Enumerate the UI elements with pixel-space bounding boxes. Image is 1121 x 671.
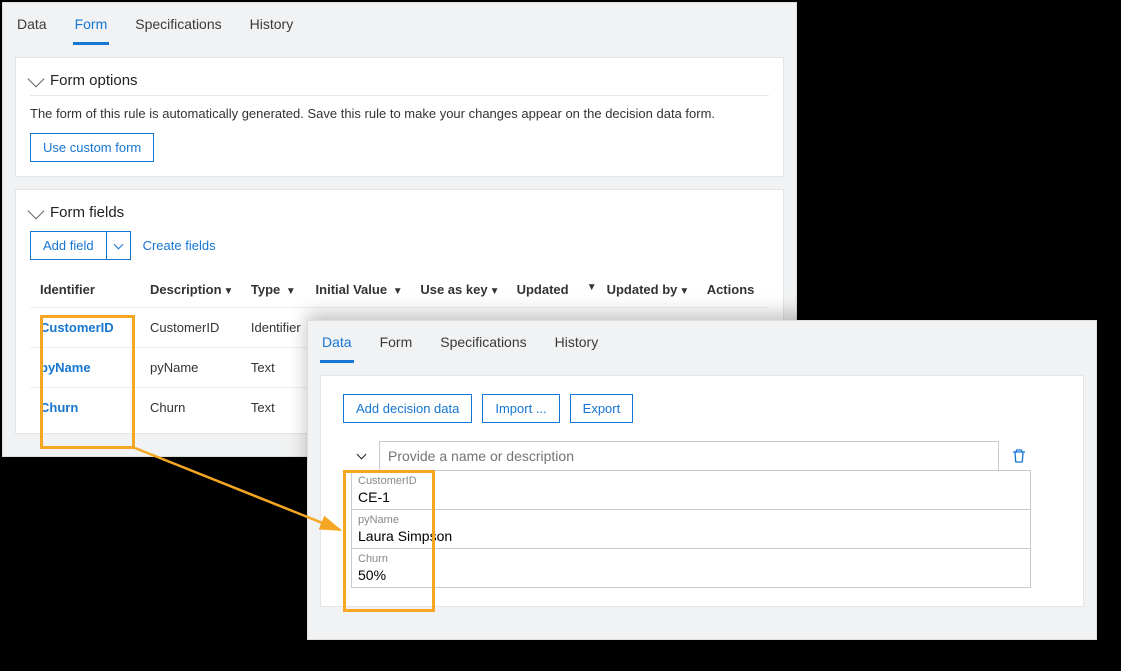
add-field-caret[interactable] [106, 231, 131, 260]
export-button[interactable]: Export [570, 394, 634, 423]
field-pyname: pyName [351, 509, 1031, 549]
data-panel: Data Form Specifications History Add dec… [307, 320, 1097, 640]
desc-cell: Churn [150, 388, 251, 428]
field-churn: Churn [351, 548, 1031, 588]
form-options-desc: The form of this rule is automatically g… [30, 95, 769, 121]
identifier-link-churn[interactable]: Churn [40, 400, 78, 415]
identifier-link-pyname[interactable]: pyName [40, 360, 91, 375]
data-card: Add decision data Import ... Export Cust… [320, 375, 1084, 607]
data-row-header [351, 441, 1031, 471]
field-customerid: CustomerID [351, 470, 1031, 510]
identifier-link-customerid[interactable]: CustomerID [40, 320, 114, 335]
tab-specifications-front[interactable]: Specifications [438, 326, 528, 363]
chevron-down-icon [28, 70, 45, 87]
field-input-churn[interactable] [352, 565, 1030, 587]
form-fields-controls: Add field Create fields [30, 231, 769, 260]
form-options-card: Form options The form of this rule is au… [15, 57, 784, 177]
col-actions: Actions [707, 274, 769, 308]
type-cell: Text [251, 388, 316, 428]
table-header-row: Identifier Description▼ Type ▼ Initial V… [30, 274, 769, 308]
data-toolbar: Add decision data Import ... Export [343, 394, 1061, 423]
field-label: Churn [352, 549, 1030, 565]
tab-data[interactable]: Data [15, 8, 49, 45]
desc-cell: pyName [150, 348, 251, 388]
form-options-header[interactable]: Form options [30, 72, 769, 89]
chevron-down-icon [356, 450, 366, 460]
tabbar-front: Data Form Specifications History [308, 321, 1096, 363]
use-custom-form-button[interactable]: Use custom form [30, 133, 154, 162]
type-cell: Text [251, 348, 316, 388]
import-button[interactable]: Import ... [482, 394, 559, 423]
tab-history[interactable]: History [248, 8, 296, 45]
col-description[interactable]: Description▼ [150, 274, 251, 308]
field-input-pyname[interactable] [352, 526, 1030, 548]
tab-form-front[interactable]: Form [378, 326, 415, 363]
col-use-as-key[interactable]: Use as key▼ [420, 274, 516, 308]
data-body: CustomerID pyName Churn [351, 441, 1031, 588]
col-identifier[interactable]: Identifier [30, 274, 150, 308]
create-fields-link[interactable]: Create fields [143, 238, 216, 253]
tab-history-front[interactable]: History [553, 326, 601, 363]
field-input-customerid[interactable] [352, 487, 1030, 509]
tab-specifications[interactable]: Specifications [133, 8, 223, 45]
chevron-down-icon [28, 202, 45, 219]
type-cell: Identifier [251, 308, 316, 348]
col-initial-value[interactable]: Initial Value ▼ [316, 274, 421, 308]
add-decision-data-button[interactable]: Add decision data [343, 394, 472, 423]
tab-form[interactable]: Form [73, 8, 110, 45]
row-expand-toggle[interactable] [351, 441, 371, 471]
field-label: pyName [352, 510, 1030, 526]
field-group: CustomerID pyName Churn [351, 470, 1031, 588]
form-fields-header[interactable]: Form fields [30, 204, 769, 221]
trash-icon [1011, 448, 1027, 464]
delete-row-button[interactable] [1007, 441, 1031, 471]
desc-cell: CustomerID [150, 308, 251, 348]
form-options-title: Form options [50, 72, 138, 89]
add-field-button[interactable]: Add field [30, 231, 106, 260]
chevron-down-icon [113, 239, 123, 249]
tabbar-back: Data Form Specifications History [3, 3, 796, 45]
name-description-input[interactable] [379, 441, 999, 471]
form-fields-title: Form fields [50, 204, 124, 221]
col-type[interactable]: Type ▼ [251, 274, 316, 308]
col-updated-by[interactable]: Updated by▼ [607, 274, 707, 308]
col-updated[interactable]: Updated▼ [517, 274, 607, 308]
tab-data-front[interactable]: Data [320, 326, 354, 363]
field-label: CustomerID [352, 471, 1030, 487]
